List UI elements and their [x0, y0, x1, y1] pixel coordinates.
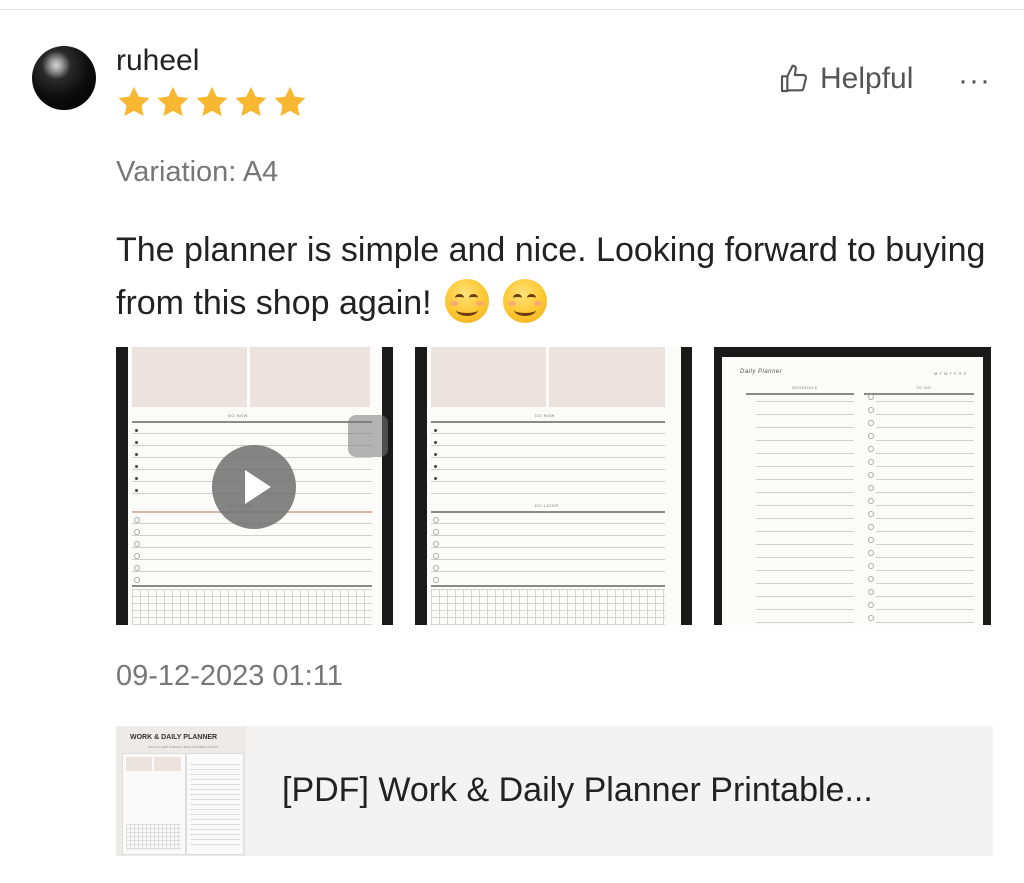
- todo-checkbox: [868, 472, 874, 478]
- todo-checkbox: [868, 433, 874, 439]
- todo-line: [876, 518, 974, 519]
- todo-checkbox: [868, 602, 874, 608]
- todo-line: [876, 479, 974, 480]
- review-video-thumbnail[interactable]: DO NOW DO LATER: [116, 347, 393, 625]
- todo-checkbox: [868, 511, 874, 517]
- star-icon: [235, 86, 267, 117]
- review-text-block: The planner is simple and nice. Looking …: [116, 224, 1006, 330]
- product-thumbnail: WORK & DAILY PLANNER A5 & A4 | LEFT & RI…: [116, 726, 246, 856]
- todo-checkbox: [868, 498, 874, 504]
- schedule-line: [756, 570, 854, 571]
- product-thumbnail-subtitle: A5 & A4 | LEFT & RIGHT HAND | DOUBLE LAY…: [148, 745, 219, 749]
- more-options-icon[interactable]: ···: [958, 64, 991, 98]
- todo-line: [876, 596, 974, 597]
- todo-checkbox: [868, 589, 874, 595]
- star-icon: [157, 86, 189, 117]
- review-timestamp: 09-12-2023 01:11: [116, 660, 343, 692]
- todo-checkbox: [868, 615, 874, 621]
- schedule-line: [756, 401, 854, 402]
- schedule-line: [756, 466, 854, 467]
- schedule-line: [756, 596, 854, 597]
- reviewer-name[interactable]: ruheel: [116, 44, 199, 78]
- product-link-card[interactable]: WORK & DAILY PLANNER A5 & A4 | LEFT & RI…: [116, 726, 993, 856]
- top-divider: [0, 9, 1024, 10]
- planner-page-image: DO NOW DO LATER: [427, 347, 681, 625]
- todo-checkbox: [868, 563, 874, 569]
- todo-label: TO DO: [916, 385, 932, 390]
- star-icon: [274, 86, 306, 117]
- todo-line: [876, 453, 974, 454]
- product-preview-page: [186, 753, 244, 855]
- product-thumbnail-title: WORK & DAILY PLANNER: [130, 734, 218, 741]
- todo-line: [876, 544, 974, 545]
- todo-line: [876, 505, 974, 506]
- review-photo-thumbnail[interactable]: DO NOW DO LATER: [415, 347, 692, 625]
- todo-line: [876, 427, 974, 428]
- todo-line: [876, 583, 974, 584]
- helpful-button[interactable]: Helpful: [778, 62, 913, 96]
- todo-line: [876, 466, 974, 467]
- todo-checkbox: [868, 420, 874, 426]
- todo-checkbox: [868, 537, 874, 543]
- star-rating: [116, 84, 308, 120]
- schedule-line: [756, 544, 854, 545]
- review-text: The planner is simple and nice. Looking …: [116, 231, 986, 322]
- review-photo-thumbnail[interactable]: Daily Planner M T W T F S S SCHEDULE TO …: [714, 347, 991, 625]
- schedule-line: [756, 531, 854, 532]
- weekday-letters: M T W T F S S: [934, 371, 967, 376]
- todo-line: [876, 414, 974, 415]
- helpful-label: Helpful: [820, 62, 914, 95]
- schedule-line: [756, 505, 854, 506]
- schedule-line: [756, 479, 854, 480]
- todo-checkbox: [868, 446, 874, 452]
- todo-checkbox: [868, 459, 874, 465]
- do-now-label: DO NOW: [535, 413, 555, 418]
- video-scrub-handle: [348, 415, 388, 457]
- todo-line: [876, 609, 974, 610]
- schedule-line: [756, 492, 854, 493]
- do-now-label: DO NOW: [228, 413, 248, 418]
- todo-line: [876, 622, 974, 623]
- avatar[interactable]: [32, 46, 96, 110]
- schedule-line: [756, 622, 854, 623]
- schedule-label: SCHEDULE: [792, 385, 818, 390]
- star-icon: [196, 86, 228, 117]
- schedule-line: [756, 557, 854, 558]
- todo-checkbox: [868, 550, 874, 556]
- todo-checkbox: [868, 407, 874, 413]
- todo-line: [876, 492, 974, 493]
- schedule-line: [756, 414, 854, 415]
- schedule-line: [756, 518, 854, 519]
- daily-planner-page-image: Daily Planner M T W T F S S SCHEDULE TO …: [722, 357, 983, 625]
- todo-checkbox: [868, 524, 874, 530]
- todo-line: [876, 440, 974, 441]
- thumbs-up-icon: [780, 64, 808, 93]
- daily-planner-heading: Daily Planner: [740, 369, 783, 375]
- todo-line: [876, 531, 974, 532]
- todo-line: [876, 401, 974, 402]
- do-later-label: DO LATER: [535, 503, 559, 508]
- todo-line: [876, 570, 974, 571]
- schedule-line: [756, 440, 854, 441]
- smiling-face-emoji: [445, 279, 490, 323]
- todo-checkbox: [868, 576, 874, 582]
- schedule-line: [756, 609, 854, 610]
- schedule-line: [756, 453, 854, 454]
- star-icon: [118, 86, 150, 117]
- play-icon[interactable]: [212, 445, 296, 529]
- todo-line: [876, 557, 974, 558]
- todo-checkbox: [868, 394, 874, 400]
- variation-label: Variation: A4: [116, 156, 279, 188]
- product-title: [PDF] Work & Daily Planner Printable...: [282, 771, 873, 809]
- schedule-line: [756, 583, 854, 584]
- product-preview-page: [122, 753, 186, 855]
- schedule-line: [756, 427, 854, 428]
- smiling-face-emoji: [502, 279, 547, 323]
- todo-checkbox: [868, 485, 874, 491]
